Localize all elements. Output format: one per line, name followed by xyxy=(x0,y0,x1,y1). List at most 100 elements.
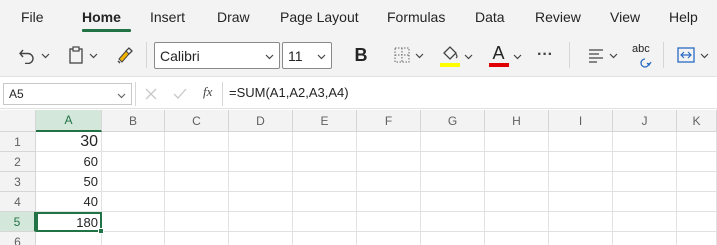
column-header-g[interactable]: G xyxy=(421,110,485,132)
column-header-e[interactable]: E xyxy=(293,110,357,132)
cell-g6[interactable] xyxy=(421,232,485,245)
cell-c4[interactable] xyxy=(165,192,229,212)
menu-formulas[interactable]: Formulas xyxy=(387,9,445,25)
font-name-dropdown[interactable]: Calibri xyxy=(154,42,280,69)
cell-h5[interactable] xyxy=(485,212,549,232)
insert-function-button[interactable]: fx xyxy=(203,84,212,100)
cell-j1[interactable] xyxy=(613,132,677,152)
spelling-button[interactable]: abc xyxy=(630,42,654,70)
fill-handle[interactable] xyxy=(98,228,104,234)
cell-i2[interactable] xyxy=(549,152,613,172)
paste-button[interactable] xyxy=(65,45,101,65)
cell-k1[interactable] xyxy=(677,132,717,152)
cell-g1[interactable] xyxy=(421,132,485,152)
cell-b5[interactable] xyxy=(102,212,165,232)
cell-b2[interactable] xyxy=(102,152,165,172)
cell-b4[interactable] xyxy=(102,192,165,212)
menu-help[interactable]: Help xyxy=(669,9,698,25)
column-header-h[interactable]: H xyxy=(485,110,549,132)
cell-e4[interactable] xyxy=(293,192,357,212)
cell-d2[interactable] xyxy=(229,152,293,172)
cell-e3[interactable] xyxy=(293,172,357,192)
menu-insert[interactable]: Insert xyxy=(150,9,185,25)
menu-draw[interactable]: Draw xyxy=(217,9,250,25)
borders-button[interactable] xyxy=(388,45,428,65)
column-header-c[interactable]: C xyxy=(165,110,229,132)
cell-j5[interactable] xyxy=(613,212,677,232)
cell-h1[interactable] xyxy=(485,132,549,152)
column-header-d[interactable]: D xyxy=(229,110,293,132)
cell-d4[interactable] xyxy=(229,192,293,212)
cell-j2[interactable] xyxy=(613,152,677,172)
cell-h2[interactable] xyxy=(485,152,549,172)
row-header-1[interactable]: 1 xyxy=(0,132,36,152)
row-header-5[interactable]: 5 xyxy=(0,212,36,232)
column-header-f[interactable]: F xyxy=(357,110,421,132)
cell-e1[interactable] xyxy=(293,132,357,152)
cell-k2[interactable] xyxy=(677,152,717,172)
cell-j3[interactable] xyxy=(613,172,677,192)
font-color-button[interactable]: A xyxy=(485,43,525,69)
cell-d1[interactable] xyxy=(229,132,293,152)
cell-e2[interactable] xyxy=(293,152,357,172)
column-header-j[interactable]: J xyxy=(613,110,677,132)
cell-b3[interactable] xyxy=(102,172,165,192)
cell-i1[interactable] xyxy=(549,132,613,152)
cell-a5[interactable]: 180 xyxy=(36,212,102,232)
cell-a1[interactable]: 30 xyxy=(36,132,102,152)
column-header-b[interactable]: B xyxy=(102,110,165,132)
cell-c6[interactable] xyxy=(165,232,229,245)
confirm-icon[interactable] xyxy=(172,87,188,101)
cell-a2[interactable]: 60 xyxy=(36,152,102,172)
cell-g3[interactable] xyxy=(421,172,485,192)
more-options-button[interactable]: ··· xyxy=(532,43,558,67)
cell-k5[interactable] xyxy=(677,212,717,232)
name-box[interactable]: A5 xyxy=(3,83,132,105)
cell-k6[interactable] xyxy=(677,232,717,245)
cell-a6[interactable] xyxy=(36,232,102,245)
cancel-icon[interactable] xyxy=(144,87,158,101)
cell-i3[interactable] xyxy=(549,172,613,192)
cell-a4[interactable]: 40 xyxy=(36,192,102,212)
align-button[interactable] xyxy=(583,45,621,65)
cell-g2[interactable] xyxy=(421,152,485,172)
format-painter-button[interactable] xyxy=(113,45,137,65)
cell-i4[interactable] xyxy=(549,192,613,212)
cell-i5[interactable] xyxy=(549,212,613,232)
cell-j4[interactable] xyxy=(613,192,677,212)
cell-e5[interactable] xyxy=(293,212,357,232)
menu-data[interactable]: Data xyxy=(475,9,505,25)
cell-f5[interactable] xyxy=(357,212,421,232)
row-header-6[interactable]: 6 xyxy=(0,232,36,245)
cell-g4[interactable] xyxy=(421,192,485,212)
menu-file[interactable]: File xyxy=(21,9,44,25)
bold-button[interactable]: B xyxy=(350,43,372,67)
cell-b1[interactable] xyxy=(102,132,165,152)
cell-k4[interactable] xyxy=(677,192,717,212)
cell-h3[interactable] xyxy=(485,172,549,192)
cell-j6[interactable] xyxy=(613,232,677,245)
cell-c2[interactable] xyxy=(165,152,229,172)
row-header-4[interactable]: 4 xyxy=(0,192,36,212)
cell-d3[interactable] xyxy=(229,172,293,192)
undo-button[interactable] xyxy=(16,45,52,65)
menu-view[interactable]: View xyxy=(610,9,640,25)
cell-b6[interactable] xyxy=(102,232,165,245)
cell-a3[interactable]: 50 xyxy=(36,172,102,192)
row-header-3[interactable]: 3 xyxy=(0,172,36,192)
column-header-k[interactable]: K xyxy=(677,110,717,132)
row-header-2[interactable]: 2 xyxy=(0,152,36,172)
menu-page-layout[interactable]: Page Layout xyxy=(280,9,359,25)
cell-k3[interactable] xyxy=(677,172,717,192)
cell-e6[interactable] xyxy=(293,232,357,245)
menu-home[interactable]: Home xyxy=(82,9,121,25)
cell-f1[interactable] xyxy=(357,132,421,152)
fill-color-button[interactable] xyxy=(436,43,476,69)
cell-c1[interactable] xyxy=(165,132,229,152)
font-size-dropdown[interactable]: 11 xyxy=(282,42,332,69)
column-header-i[interactable]: I xyxy=(549,110,613,132)
cell-h6[interactable] xyxy=(485,232,549,245)
cell-d5[interactable] xyxy=(229,212,293,232)
wrap-text-button[interactable] xyxy=(672,45,712,65)
select-all-corner[interactable] xyxy=(0,110,36,132)
